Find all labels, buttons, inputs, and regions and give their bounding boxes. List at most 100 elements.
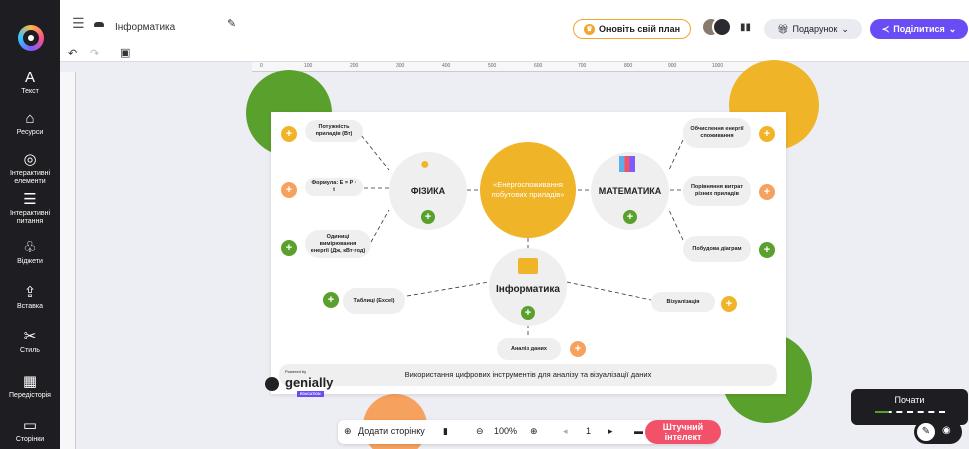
slide-footer-text[interactable]: Використання цифрових інструментів для а… (279, 364, 777, 386)
resources-icon: ⌂ (25, 110, 35, 127)
sidebar-item-pages[interactable]: ▭ Сторінки (0, 418, 60, 444)
undo-icon[interactable]: ↶ (68, 47, 77, 60)
sidebar-item-insert[interactable]: ⇪ Вставка (0, 285, 60, 311)
topic-label: МАТЕМАТИКА (598, 186, 662, 196)
ruler-tick: 700 (578, 63, 587, 69)
ruler-tick: 300 (396, 63, 405, 69)
add-icon[interactable]: + (759, 184, 775, 200)
ruler-tick: 0 (260, 63, 263, 69)
add-icon[interactable]: + (323, 292, 339, 308)
sidebar-item-label: Передісторія (9, 392, 51, 399)
brand-name: genially (285, 375, 334, 390)
topic-label: Інформатика (496, 284, 560, 295)
add-icon[interactable]: + (521, 306, 535, 320)
ruler-tick: 200 (350, 63, 359, 69)
stats-icon[interactable]: ▮▮ (740, 22, 751, 33)
ruler-tick: 500 (488, 63, 497, 69)
folder-icon (518, 258, 538, 274)
pencil-icon[interactable]: ✎ (227, 17, 236, 30)
menu-icon[interactable]: ☰ (72, 15, 85, 32)
zoom-level: 100% (494, 426, 518, 436)
start-label: Почати (894, 395, 925, 405)
sidebar-item-interactive-questions[interactable]: ☰ Інтерактивні питання (0, 192, 60, 226)
ruler-top: 0 100 200 300 400 500 600 700 800 900 10… (252, 62, 782, 72)
pencil-icon[interactable]: ✎ (917, 423, 935, 441)
subtopic-cost-compare[interactable]: Порівняння витрат різних приладів (683, 176, 751, 206)
genially-logo-icon[interactable] (18, 25, 44, 51)
add-icon[interactable]: + (421, 210, 435, 224)
redo-icon[interactable]: ↷ (90, 47, 99, 60)
trash-icon[interactable]: ▮ (443, 426, 448, 437)
zoom-in-icon[interactable]: ⊕ (530, 426, 538, 437)
sidebar-item-backgrounds[interactable]: ▦ Передісторія (0, 374, 60, 400)
ruler-tick: 400 (442, 63, 451, 69)
interactive-elements-icon: ◎ (23, 151, 37, 168)
widgets-icon: ♧ (23, 239, 37, 256)
add-icon[interactable]: + (281, 126, 297, 142)
chevron-down-icon: ⌄ (841, 23, 849, 34)
project-title-input[interactable] (115, 19, 285, 35)
genially-logo-icon (265, 377, 279, 391)
save-icon[interactable]: ▣ (120, 46, 130, 59)
pages-icon: ▭ (22, 417, 38, 434)
comments-icon[interactable]: ▬ (634, 426, 643, 436)
edit-preview-toggle[interactable]: ✎ ◉ (914, 420, 962, 444)
zoom-out-icon[interactable]: ⊖ (476, 426, 484, 437)
ruler-left (60, 72, 76, 449)
backgrounds-icon: ▦ (22, 373, 38, 390)
subtopic-data-analysis[interactable]: Аналіз даних (497, 338, 561, 360)
eye-icon[interactable]: ◉ (942, 425, 951, 436)
topic-label: ФІЗИКА (410, 186, 446, 196)
sidebar-item-style[interactable]: ✂ Стиль (0, 329, 60, 355)
sidebar-item-label: Інтерактивні питання (9, 210, 50, 225)
add-page-icon[interactable]: ⊕ (344, 426, 352, 437)
sidebar-item-widgets[interactable]: ♧ Віджети (0, 240, 60, 266)
topic-informatics[interactable]: Інформатика + (489, 248, 567, 326)
add-icon[interactable]: + (721, 296, 737, 312)
gift-button[interactable]: 🎁︎ Подарунок ⌄ (764, 19, 862, 39)
subtopic-formula[interactable]: Формула: E = P · t (305, 178, 363, 196)
subtopic-diagrams[interactable]: Побудова діаграм (683, 236, 751, 262)
next-page-icon[interactable]: ▸ (608, 426, 613, 437)
prev-page-icon[interactable]: ◂ (563, 426, 568, 437)
subtopic-tables[interactable]: Таблиці (Excel) (343, 288, 405, 314)
interactive-questions-icon: ☰ (23, 191, 37, 208)
progress-fill (875, 411, 889, 413)
subtopic-visualization[interactable]: Візуалізація (651, 292, 715, 312)
sidebar-item-interactive-elements[interactable]: ◎ Інтерактивні елементи (0, 152, 60, 186)
add-icon[interactable]: + (623, 210, 637, 224)
add-icon[interactable]: + (759, 242, 775, 258)
left-sidebar: A Текст ⌂ Ресурси ◎ Інтерактивні елемент… (0, 0, 60, 449)
gift-label: Подарунок (792, 24, 838, 34)
avatar (712, 17, 732, 37)
share-button[interactable]: ≺ Поділитися ⌄ (870, 19, 968, 39)
sidebar-item-label: Вставка (16, 303, 44, 310)
add-icon[interactable]: + (281, 182, 297, 198)
subtopic-energy-calc[interactable]: Обчислення енергії споживання (683, 118, 751, 148)
ruler-tick: 1000 (712, 63, 724, 69)
share-label: Поділитися (893, 24, 945, 34)
share-icon: ≺ (881, 23, 890, 34)
sidebar-item-resources[interactable]: ⌂ Ресурси (0, 111, 60, 137)
central-topic[interactable]: «Енергоспоживання побутових приладів» (480, 142, 576, 238)
collaborators-avatars[interactable] (701, 17, 732, 39)
ruler-tick: 800 (624, 63, 633, 69)
topic-math[interactable]: МАТЕМАТИКА + (591, 152, 669, 230)
lightbulb-icon: ● (420, 156, 430, 173)
upgrade-plan-button[interactable]: ♛ Оновіть свій план (573, 19, 691, 39)
add-page-button[interactable]: Додати сторінку (358, 426, 425, 436)
ruler-tick: 100 (304, 63, 313, 69)
bar-chart-icon (619, 156, 635, 172)
subtopic-power[interactable]: Потужність приладів (Вт) (305, 120, 363, 142)
add-icon[interactable]: + (570, 341, 586, 357)
sidebar-item-text[interactable]: A Текст (0, 70, 60, 96)
sidebar-item-label: Сторінки (15, 436, 45, 443)
insert-icon: ⇪ (23, 284, 37, 301)
subtopic-units[interactable]: Одиниці вимірювання енергії (Дж, кВт·год… (305, 230, 371, 258)
sidebar-item-label: Ресурси (16, 129, 44, 136)
add-icon[interactable]: + (759, 126, 775, 142)
slide-canvas[interactable]: «Енергоспоживання побутових приладів» ● … (271, 112, 786, 394)
topic-physics[interactable]: ● ФІЗИКА + (389, 152, 467, 230)
ai-button[interactable]: Штучний інтелект (645, 420, 721, 444)
add-icon[interactable]: + (281, 240, 297, 256)
